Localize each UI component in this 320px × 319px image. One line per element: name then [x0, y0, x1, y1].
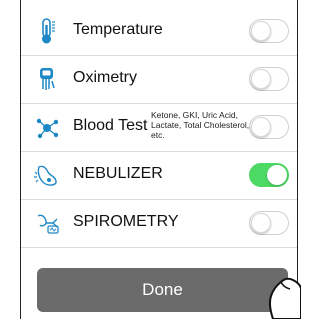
blood-test-icon	[36, 118, 59, 139]
nebulizer-icon	[34, 165, 57, 186]
row-label: Oximetry	[73, 69, 137, 86]
spirometry-icon	[37, 214, 59, 234]
nebulizer-toggle[interactable]	[249, 163, 289, 187]
row-label: Temperature	[73, 21, 163, 38]
oximetry-toggle[interactable]	[249, 67, 289, 91]
done-button[interactable]: Done	[37, 268, 288, 312]
blood-test-toggle[interactable]	[249, 115, 289, 139]
row-nebulizer[interactable]: NEBULIZER	[21, 151, 297, 200]
blood-test-note: Ketone, GKI, Uric Acid, Lactate, Total C…	[151, 110, 250, 140]
spirometry-toggle[interactable]	[249, 211, 289, 235]
temperature-toggle[interactable]	[249, 19, 289, 43]
hand-pointer-icon	[268, 277, 301, 319]
row-temperature[interactable]: Temperature	[21, 7, 297, 56]
thermometer-icon	[42, 18, 55, 44]
row-label: SPIROMETRY	[73, 213, 179, 230]
row-blood-test[interactable]: Blood Test Ketone, GKI, Uric Acid, Lacta…	[21, 103, 297, 152]
row-spirometry[interactable]: SPIROMETRY	[21, 199, 297, 248]
oximeter-icon	[40, 68, 55, 90]
row-label: Blood Test	[73, 117, 148, 134]
device-list-panel: Temperature Oximetry Blood Test Ketone, …	[20, 0, 301, 319]
row-label: NEBULIZER	[73, 165, 163, 182]
row-oximetry[interactable]: Oximetry	[21, 55, 297, 104]
